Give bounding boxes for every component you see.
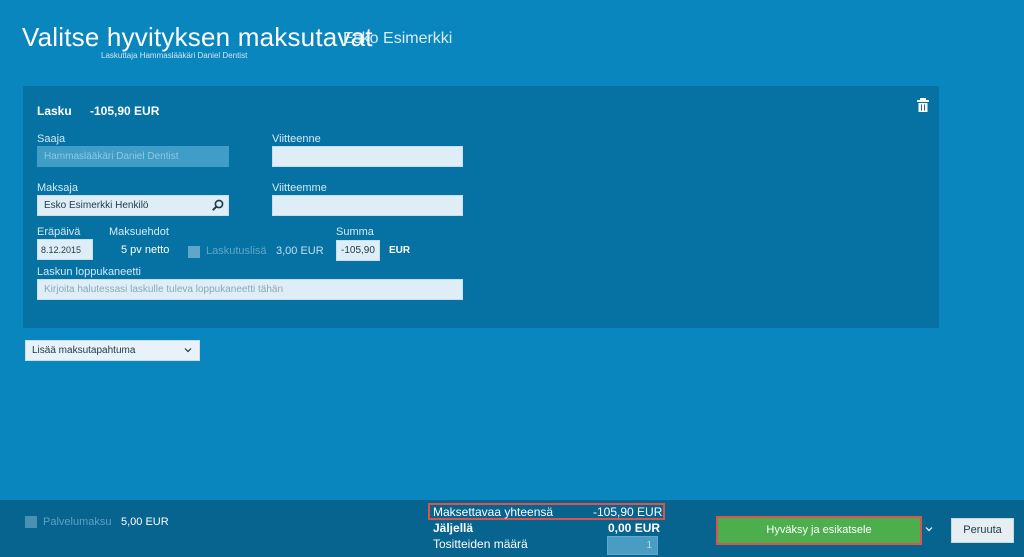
remaining-label: Jäljellä (433, 521, 474, 535)
payer-input[interactable]: Esko Esimerkki Henkilö (37, 195, 229, 216)
trash-icon[interactable] (917, 98, 929, 112)
chevron-down-icon[interactable] (925, 525, 933, 533)
total-label: Maksettavaa yhteensä (433, 505, 554, 519)
invoice-panel: Lasku -105,90 EUR Saaja Hammaslääkäri Da… (23, 86, 939, 328)
approve-preview-button[interactable]: Hyväksy ja esikatsele (716, 516, 922, 545)
add-payment-dropdown[interactable]: Lisää maksutapahtuma (25, 340, 200, 361)
invoice-fee-value: 3,00 EUR (276, 245, 324, 257)
chevron-down-icon (184, 348, 192, 353)
our-reference-input[interactable] (272, 146, 463, 167)
sum-input[interactable]: -105,90 (336, 240, 380, 261)
search-icon[interactable] (212, 199, 224, 211)
payment-terms-label: Maksuehdot (109, 226, 169, 238)
service-fee-value: 5,00 EUR (121, 516, 169, 528)
biller-caption: Laskuttaja Hammaslääkäri Daniel Dentist (101, 51, 248, 60)
payment-terms-value: 5 pv netto (121, 244, 170, 256)
footnote-label: Laskun loppukaneetti (37, 266, 141, 278)
add-payment-label: Lisää maksutapahtuma (32, 345, 136, 356)
their-reference-label: Viitteemme (272, 182, 327, 194)
footnote-input[interactable]: Kirjoita halutessasi laskulle tuleva lop… (37, 279, 463, 300)
invoice-amount: -105,90 EUR (90, 104, 160, 118)
vouchers-count-field: 1 (607, 536, 658, 555)
recipient-label: Saaja (37, 133, 66, 145)
remaining-value: 0,00 EUR (608, 521, 661, 535)
recipient-field: Hammaslääkäri Daniel Dentist (37, 146, 229, 167)
invoice-fee-checkbox[interactable] (188, 246, 200, 258)
sum-label: Summa (336, 226, 374, 238)
service-fee-label: Palvelumaksu (43, 516, 112, 528)
invoice-fee-label: Laskutuslisä (206, 245, 267, 257)
our-reference-label: Viitteenne (272, 133, 321, 145)
payer-label: Maksaja (37, 182, 78, 194)
due-date-label: Eräpäivä (37, 226, 81, 238)
their-reference-input[interactable] (272, 195, 463, 216)
invoice-label: Lasku (37, 104, 72, 118)
service-fee-checkbox[interactable] (25, 516, 37, 528)
cancel-button[interactable]: Peruuta (951, 518, 1014, 543)
due-date-input[interactable]: 8.12.2015 (37, 239, 93, 260)
total-value: -105,90 EUR (593, 505, 663, 519)
customer-name: Esko Esimerkki (343, 30, 453, 47)
sum-currency: EUR (389, 245, 411, 256)
page-title: Valitse hyvityksen maksutavat (22, 22, 373, 52)
vouchers-label: Tositteiden määrä (433, 537, 528, 551)
